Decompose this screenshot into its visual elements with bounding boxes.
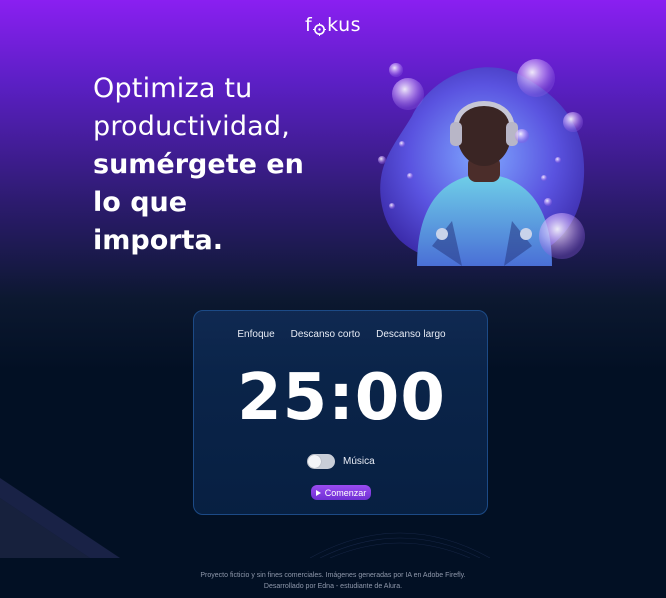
play-icon	[315, 489, 321, 496]
timer-card: Enfoque Descanso corto Descanso largo 25…	[193, 310, 488, 515]
hero-illustration	[378, 59, 585, 266]
music-toggle[interactable]	[307, 454, 335, 469]
footer-line-2: Desarrollado por Edna - estudiante de Al…	[263, 583, 403, 590]
start-button[interactable]: Comenzar	[311, 485, 371, 500]
music-toggle-row: Música	[307, 454, 375, 469]
footer-line-1: Proyecto ficticio y sin fines comerciale…	[200, 572, 466, 579]
headline-line-4: lo que	[93, 187, 188, 218]
timer-display: 25:00	[237, 361, 446, 435]
logo-text-start: f	[304, 14, 313, 36]
headline-line-2: productividad,	[93, 111, 291, 142]
start-button-label: Comenzar	[324, 487, 367, 498]
tab-descanso-corto[interactable]: Descanso corto	[291, 329, 360, 340]
focus-o-icon	[313, 19, 327, 36]
tab-enfoque[interactable]: Enfoque	[237, 329, 274, 340]
hero-headline: Optimiza tu productividad, sumérgete en …	[93, 70, 353, 260]
toggle-knob	[308, 455, 321, 468]
music-label: Música	[343, 456, 375, 467]
logo-text-end: kus	[327, 14, 362, 36]
headline-line-3: sumérgete en	[93, 149, 304, 180]
timer-mode-tabs: Enfoque Descanso corto Descanso largo	[194, 329, 489, 340]
headline-line-1: Optimiza tu	[93, 73, 253, 104]
headline-line-5: importa.	[93, 225, 223, 256]
footer: Proyecto ficticio y sin fines comerciale…	[0, 570, 666, 592]
brand-logo: f kus	[0, 14, 666, 36]
tab-descanso-largo[interactable]: Descanso largo	[376, 329, 445, 340]
